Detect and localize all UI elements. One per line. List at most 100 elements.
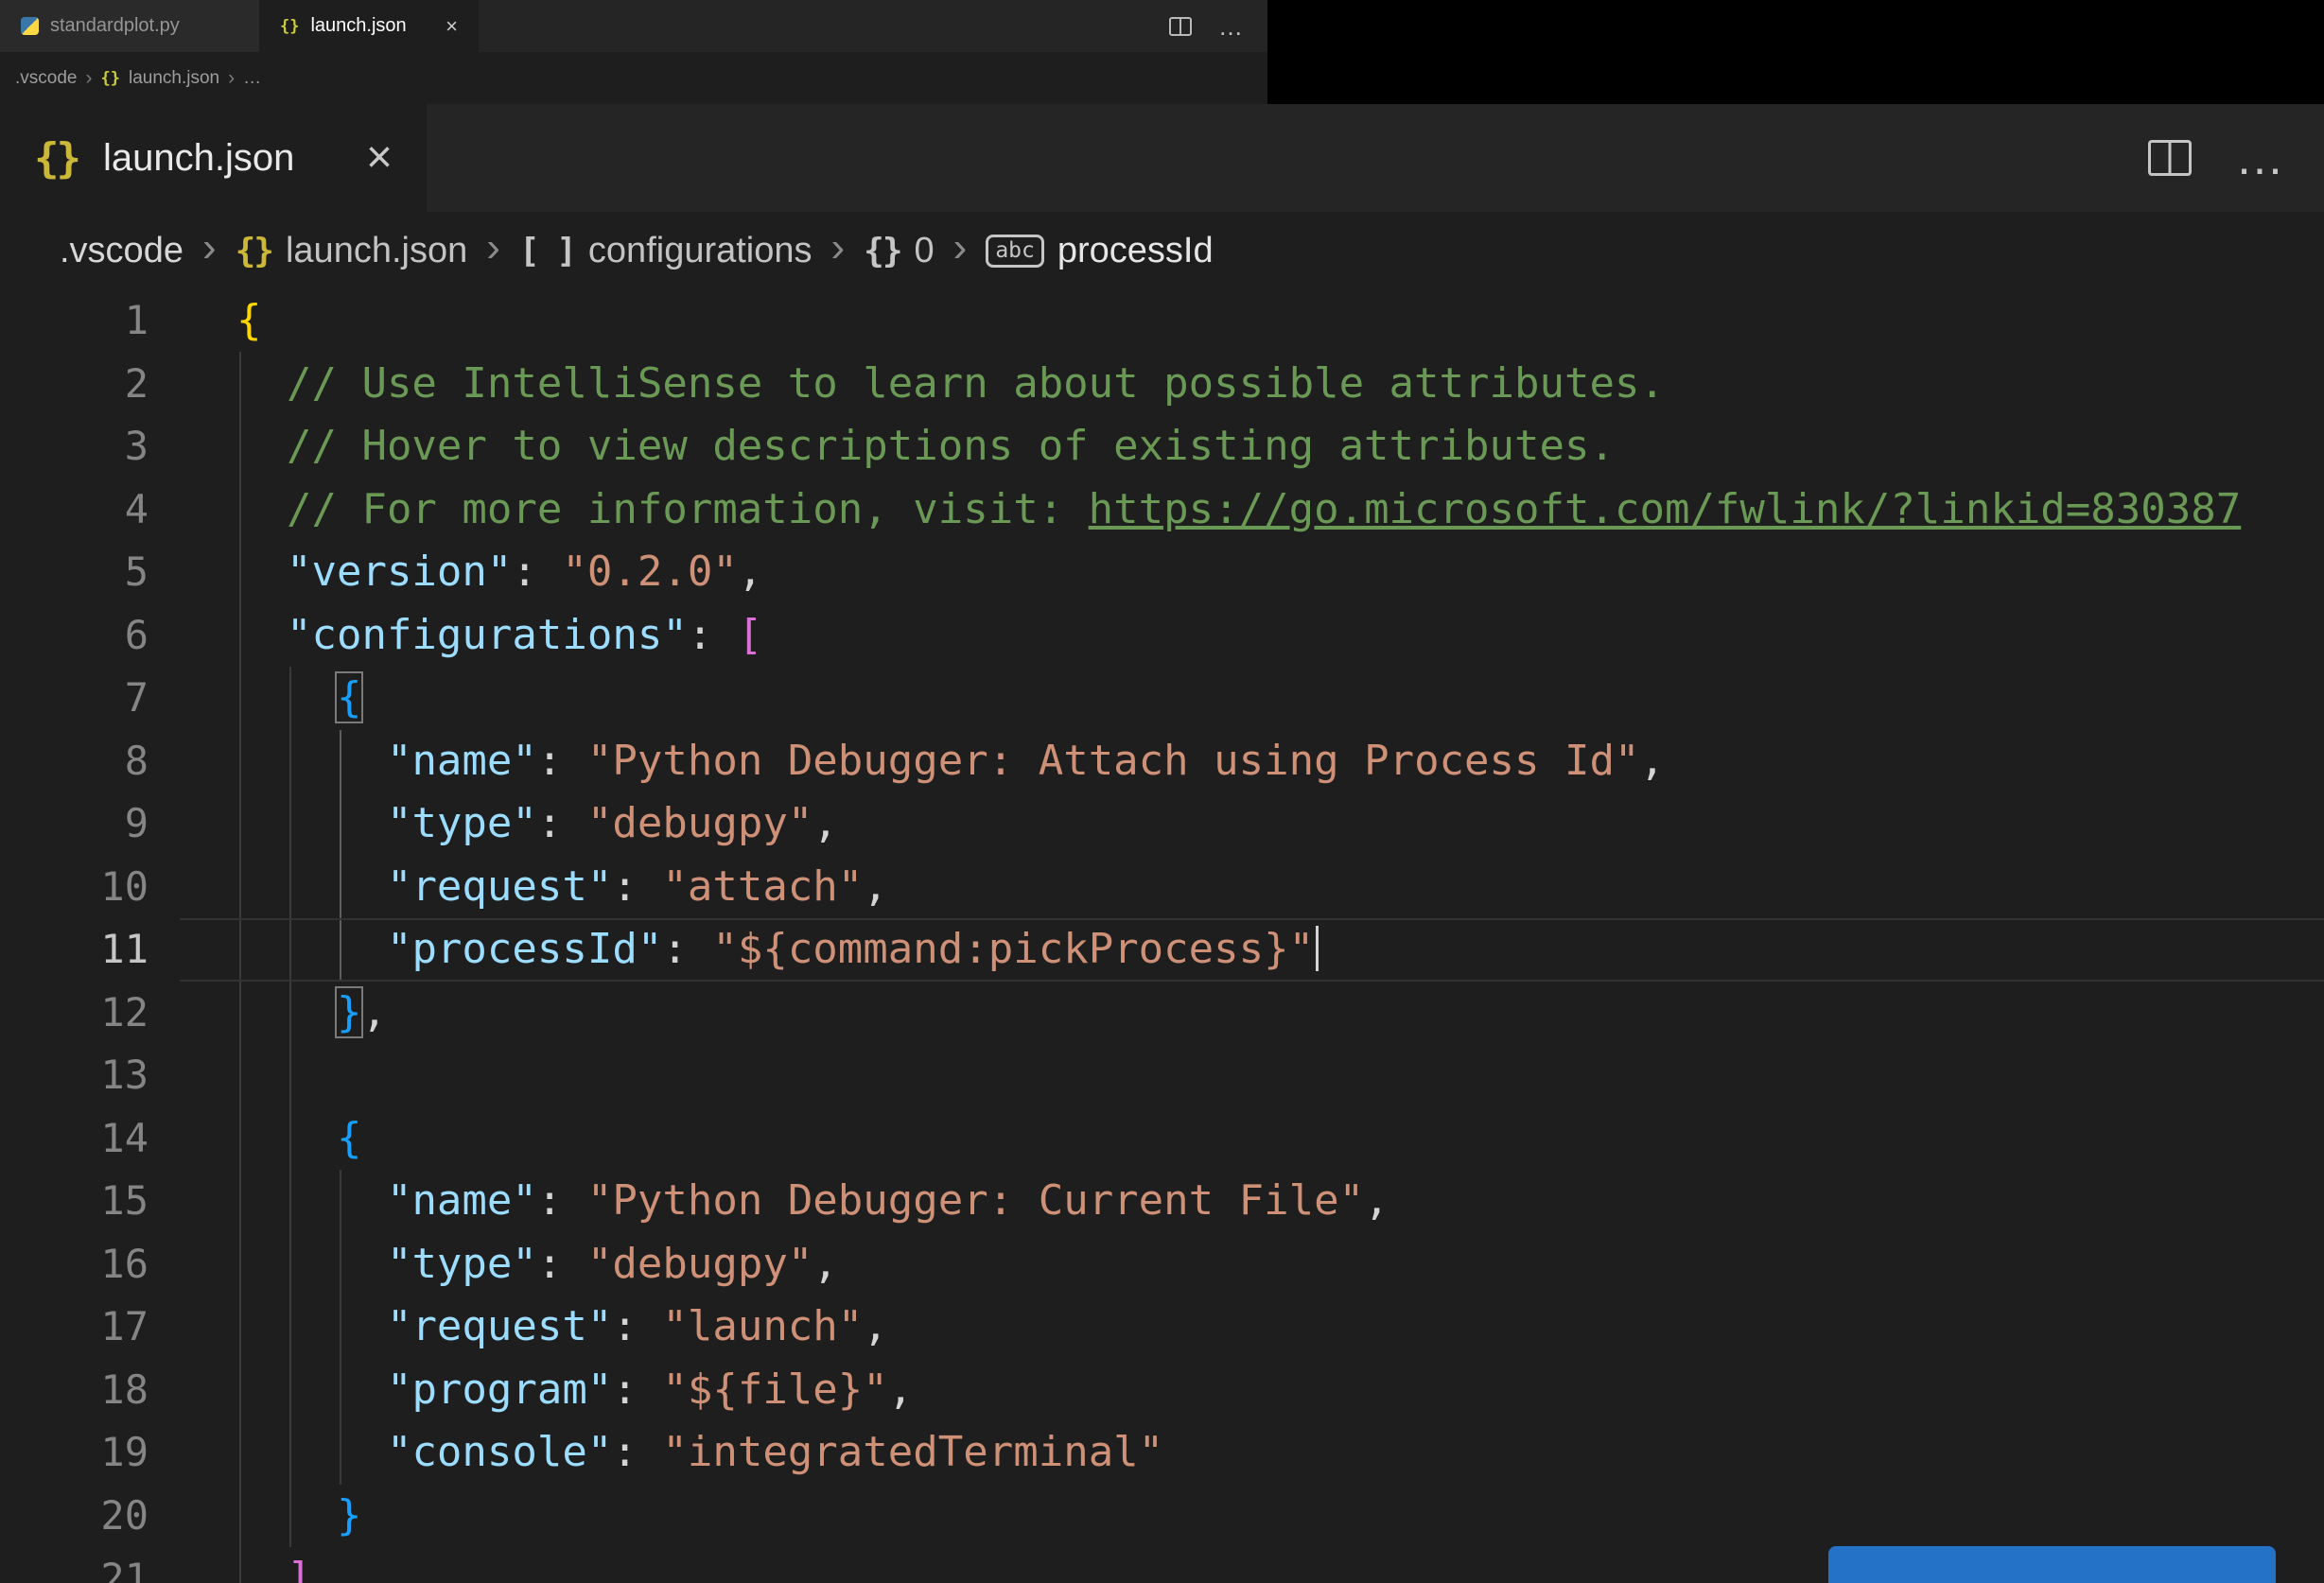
line-number[interactable]: 6 — [0, 604, 149, 668]
code-line[interactable]: 1{ — [0, 289, 2324, 353]
code-line[interactable]: 18 "program": "${file}", — [0, 1359, 2324, 1422]
chevron-right-icon: › — [85, 66, 93, 89]
line-number[interactable]: 17 — [0, 1296, 149, 1359]
code-line[interactable]: 12 }, — [0, 982, 2324, 1045]
split-editor-icon[interactable] — [2148, 140, 2192, 176]
code-token: "attach" — [662, 861, 864, 911]
chevron-right-icon: › — [830, 224, 846, 270]
code-line[interactable]: 2 // Use IntelliSense to learn about pos… — [0, 353, 2324, 416]
breadcrumb-item-launch-json[interactable]: {} launch.json — [236, 231, 468, 271]
line-number[interactable]: 1 — [0, 289, 149, 353]
line-number[interactable]: 20 — [0, 1485, 149, 1548]
breadcrumb-item-vscode[interactable]: .vscode — [15, 68, 77, 89]
code-line[interactable]: 10 "request": "attach", — [0, 856, 2324, 919]
comment-link[interactable]: https://go.microsoft.com/fwlink/?linkid=… — [1089, 485, 2242, 533]
line-number[interactable]: 18 — [0, 1359, 149, 1422]
line-content[interactable]: "name": "Python Debugger: Attach using P… — [149, 730, 2324, 793]
line-content[interactable]: "name": "Python Debugger: Current File", — [149, 1170, 2324, 1233]
line-content[interactable] — [149, 1044, 2324, 1107]
line-content[interactable]: { — [149, 289, 2324, 353]
more-actions-icon[interactable]: … — [2235, 133, 2284, 183]
code-line[interactable]: 4 // For more information, visit: https:… — [0, 478, 2324, 542]
line-number[interactable]: 5 — [0, 541, 149, 604]
close-tab-icon[interactable]: × — [446, 14, 458, 39]
breadcrumb-item-vscode[interactable]: .vscode — [60, 231, 183, 271]
line-content[interactable]: "processId": "${command:pickProcess}" — [149, 918, 2324, 982]
split-editor-icon[interactable] — [1169, 16, 1192, 36]
code-line[interactable]: 11 "processId": "${command:pickProcess}" — [0, 918, 2324, 982]
code-lines[interactable]: 1{2 // Use IntelliSense to learn about p… — [0, 289, 2324, 1583]
code-editor[interactable]: 1{2 // Use IntelliSense to learn about p… — [0, 289, 2324, 1583]
json-braces-icon: {} — [34, 133, 81, 183]
line-number[interactable]: 14 — [0, 1107, 149, 1171]
line-content[interactable]: // For more information, visit: https://… — [149, 478, 2324, 542]
breadcrumb-item-launch-json[interactable]: launch.json — [129, 68, 219, 89]
tab-launch-json[interactable]: {} launch.json × — [0, 104, 427, 212]
code-line[interactable]: 8 "name": "Python Debugger: Attach using… — [0, 730, 2324, 793]
close-tab-icon[interactable]: × — [366, 135, 393, 181]
code-line[interactable]: 6 "configurations": [ — [0, 604, 2324, 668]
line-number[interactable]: 7 — [0, 667, 149, 730]
code-token: "${file}" — [662, 1365, 888, 1414]
more-actions-icon[interactable]: … — [1218, 14, 1243, 39]
code-line[interactable]: 13 — [0, 1044, 2324, 1107]
code-line[interactable]: 5 "version": "0.2.0", — [0, 541, 2324, 604]
mini-tab-launch-json[interactable]: {} launch.json × — [259, 0, 479, 52]
code-line[interactable]: 7 { — [0, 667, 2324, 730]
line-content[interactable]: "request": "attach", — [149, 856, 2324, 919]
breadcrumb-item-processid[interactable]: abc processId — [986, 231, 1214, 271]
zoomed-editor: {} launch.json × … .vscode › {} launch.j… — [0, 104, 2324, 1583]
add-configuration-button[interactable] — [1828, 1546, 2276, 1583]
code-line[interactable]: 17 "request": "launch", — [0, 1296, 2324, 1359]
line-content[interactable]: } — [149, 1485, 2324, 1548]
line-number[interactable]: 8 — [0, 730, 149, 793]
code-line[interactable]: 14 { — [0, 1107, 2324, 1171]
code-token: , — [863, 1302, 888, 1350]
line-content[interactable]: "type": "debugpy", — [149, 1233, 2324, 1296]
line-number[interactable]: 19 — [0, 1421, 149, 1485]
line-content[interactable]: "request": "launch", — [149, 1296, 2324, 1359]
code-line[interactable]: 15 "name": "Python Debugger: Current Fil… — [0, 1170, 2324, 1233]
line-number[interactable]: 3 — [0, 415, 149, 478]
line-content[interactable]: "program": "${file}", — [149, 1359, 2324, 1422]
line-number[interactable]: 10 — [0, 856, 149, 919]
line-number[interactable]: 15 — [0, 1170, 149, 1233]
json-braces-icon: {} — [235, 231, 274, 270]
line-content[interactable]: { — [149, 1107, 2324, 1171]
code-line[interactable]: 16 "type": "debugpy", — [0, 1233, 2324, 1296]
line-number[interactable]: 11 — [0, 918, 149, 982]
line-number[interactable]: 12 — [0, 982, 149, 1045]
line-content[interactable]: { — [149, 667, 2324, 730]
code-token: : — [612, 861, 663, 911]
mini-tab-label: standardplot.py — [50, 15, 180, 36]
code-token: "type" — [386, 799, 537, 847]
breadcrumb-item-0[interactable]: {} 0 — [864, 231, 935, 271]
breadcrumb-item-configurations[interactable]: [ ] configurations — [519, 231, 813, 271]
line-number[interactable]: 9 — [0, 792, 149, 856]
line-content[interactable]: "configurations": [ — [149, 604, 2324, 668]
mini-tab-standardplot[interactable]: standardplot.py — [0, 0, 259, 52]
line-number[interactable]: 13 — [0, 1044, 149, 1107]
code-line[interactable]: 3 // Hover to view descriptions of exist… — [0, 415, 2324, 478]
code-line[interactable]: 9 "type": "debugpy", — [0, 792, 2324, 856]
code-line[interactable]: 19 "console": "integratedTerminal" — [0, 1421, 2324, 1485]
line-number[interactable]: 16 — [0, 1233, 149, 1296]
line-content[interactable]: "console": "integratedTerminal" — [149, 1421, 2324, 1485]
breadcrumb-item-more[interactable]: … — [243, 68, 261, 89]
line-content[interactable]: // Hover to view descriptions of existin… — [149, 415, 2324, 478]
line-number[interactable]: 4 — [0, 478, 149, 542]
code-line[interactable]: 20 } — [0, 1485, 2324, 1548]
code-token: "request" — [386, 861, 613, 911]
line-number[interactable]: 2 — [0, 353, 149, 416]
line-content[interactable]: "type": "debugpy", — [149, 792, 2324, 856]
line-number[interactable]: 21 — [0, 1547, 149, 1583]
line-content[interactable]: // Use IntelliSense to learn about possi… — [149, 353, 2324, 416]
code-token: , — [863, 861, 888, 911]
line-content[interactable]: "version": "0.2.0", — [149, 541, 2324, 604]
line-content[interactable]: }, — [149, 982, 2324, 1045]
code-token: "version" — [286, 548, 513, 596]
